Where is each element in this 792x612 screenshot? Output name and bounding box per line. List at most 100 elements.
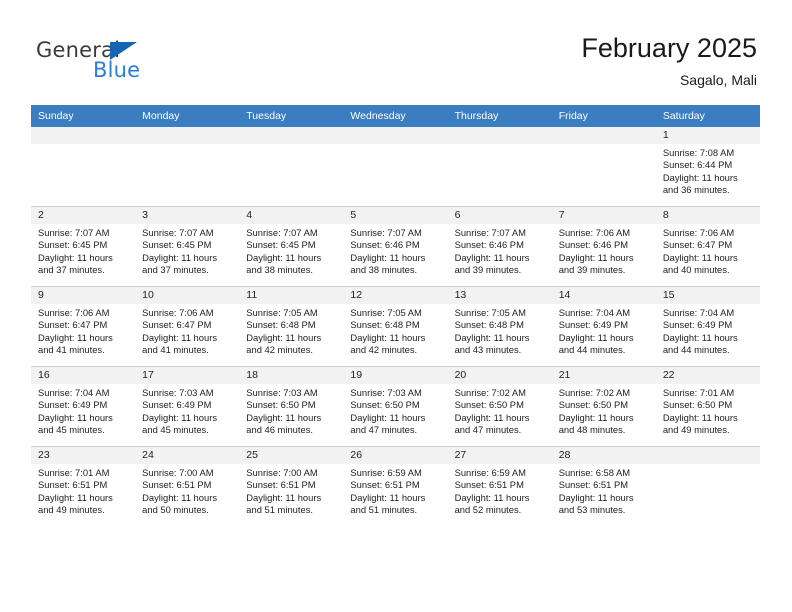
daylight-text: Daylight: 11 hours and 41 minutes.: [38, 331, 113, 355]
day-number: [31, 127, 136, 144]
day-number: 25: [239, 447, 344, 464]
day-cell-inner: 24 Sunrise: 7:00 AM Sunset: 6:51 PM Dayligh…: [135, 447, 240, 526]
sunset-text: Sunset: 6:50 PM: [350, 399, 420, 411]
calendar-day-cell[interactable]: 25 Sunrise: 7:00 AM Sunset: 6:51 PM Dayligh…: [239, 446, 344, 526]
general-blue-logo[interactable]: General Blue: [36, 38, 236, 84]
day-number: 28: [551, 447, 656, 464]
sunset-text: Sunset: 6:45 PM: [142, 239, 212, 251]
sunset-text: Sunset: 6:47 PM: [662, 239, 733, 251]
sunrise-text: Sunrise: 7:05 AM: [454, 307, 526, 318]
sunset-text: Sunset: 6:50 PM: [246, 399, 316, 411]
day-cell-details: Sunrise: 7:01 AM Sunset: 6:51 PM Daylight:…: [31, 464, 135, 516]
sunrise-text: Sunrise: 7:03 AM: [350, 387, 422, 398]
sunrise-text: Sunrise: 6:59 AM: [350, 467, 422, 478]
day-cell-inner: 3 Sunrise: 7:07 AM Sunset: 6:45 PM Daylight…: [135, 207, 240, 286]
calendar-day-cell[interactable]: 5 Sunrise: 7:07 AM Sunset: 6:46 PM Daylight…: [343, 206, 448, 287]
daylight-text: Daylight: 11 hours and 42 minutes.: [350, 331, 426, 355]
calendar-day-cell-empty: [447, 127, 552, 207]
day-cell-inner: 25 Sunrise: 7:00 AM Sunset: 6:51 PM Dayligh…: [239, 447, 344, 526]
day-cell-details: Sunrise: 7:05 AM Sunset: 6:48 PM Daylight:…: [239, 304, 343, 356]
day-cell-inner: 19 Sunrise: 7:03 AM Sunset: 6:50 PM Dayligh…: [343, 367, 448, 446]
calendar-day-cell[interactable]: 10 Sunrise: 7:06 AM Sunset: 6:47 PM Dayligh…: [135, 286, 240, 367]
calendar-day-cell[interactable]: 12 Sunrise: 7:05 AM Sunset: 6:48 PM Dayligh…: [343, 286, 448, 367]
day-number: [655, 447, 760, 464]
sunrise-text: Sunrise: 6:58 AM: [558, 467, 631, 478]
sunset-text: Sunset: 6:51 PM: [38, 479, 108, 491]
calendar-day-cell[interactable]: 18 Sunrise: 7:03 AM Sunset: 6:50 PM Dayligh…: [239, 366, 344, 447]
calendar-day-cell[interactable]: 20 Sunrise: 7:02 AM Sunset: 6:50 PM Dayligh…: [447, 366, 552, 447]
calendar-day-cell[interactable]: 11 Sunrise: 7:05 AM Sunset: 6:48 PM Dayligh…: [239, 286, 344, 367]
calendar-day-cell[interactable]: 7 Sunrise: 7:06 AM Sunset: 6:46 PM Daylight…: [551, 206, 656, 287]
calendar-day-cell[interactable]: 13 Sunrise: 7:05 AM Sunset: 6:48 PM Dayligh…: [447, 286, 552, 367]
calendar-day-cell[interactable]: 6 Sunrise: 7:07 AM Sunset: 6:46 PM Daylight…: [447, 206, 552, 287]
calendar-day-cell[interactable]: 27 Sunrise: 6:59 AM Sunset: 6:51 PM Dayligh…: [447, 446, 552, 526]
day-cell-inner: [239, 127, 344, 206]
day-cell-details: Sunrise: 7:00 AM Sunset: 6:51 PM Daylight:…: [239, 464, 343, 516]
day-cell-inner: 23 Sunrise: 7:01 AM Sunset: 6:51 PM Dayligh…: [31, 447, 136, 526]
calendar-day-cell[interactable]: 24 Sunrise: 7:00 AM Sunset: 6:51 PM Dayligh…: [135, 446, 240, 526]
calendar-day-cell[interactable]: 9 Sunrise: 7:06 AM Sunset: 6:47 PM Daylight…: [31, 286, 136, 367]
day-number: 1: [655, 127, 760, 144]
day-cell-inner: 14 Sunrise: 7:04 AM Sunset: 6:49 PM Dayligh…: [551, 287, 656, 366]
calendar-day-cell[interactable]: 3 Sunrise: 7:07 AM Sunset: 6:45 PM Daylight…: [135, 206, 240, 287]
day-cell-inner: 2 Sunrise: 7:07 AM Sunset: 6:45 PM Daylight…: [31, 207, 136, 286]
calendar-day-cell[interactable]: 16 Sunrise: 7:04 AM Sunset: 6:49 PM Dayligh…: [31, 366, 136, 447]
calendar-day-cell[interactable]: 19 Sunrise: 7:03 AM Sunset: 6:50 PM Dayligh…: [343, 366, 448, 447]
day-cell-details: Sunrise: 7:04 AM Sunset: 6:49 PM Daylight:…: [656, 304, 760, 356]
calendar-day-cell[interactable]: 1 Sunrise: 7:08 AM Sunset: 6:44 PM Daylight…: [655, 127, 760, 207]
weekday-header-thursday: Thursday: [447, 105, 552, 127]
sunset-text: Sunset: 6:50 PM: [662, 399, 733, 411]
sunrise-text: Sunrise: 7:05 AM: [350, 307, 422, 318]
day-number: 5: [343, 207, 448, 224]
day-cell-details: Sunrise: 7:00 AM Sunset: 6:51 PM Daylight:…: [135, 464, 239, 516]
sunrise-text: Sunrise: 7:06 AM: [38, 307, 110, 318]
day-cell-details: Sunrise: 7:05 AM Sunset: 6:48 PM Daylight:…: [448, 304, 552, 356]
daylight-text: Daylight: 11 hours and 39 minutes.: [454, 251, 530, 275]
calendar-day-cell[interactable]: 21 Sunrise: 7:02 AM Sunset: 6:50 PM Dayligh…: [551, 366, 656, 447]
day-number: [135, 127, 240, 144]
day-cell-details: Sunrise: 7:06 AM Sunset: 6:47 PM Daylight:…: [31, 304, 135, 356]
calendar-day-cell[interactable]: 17 Sunrise: 7:03 AM Sunset: 6:49 PM Dayligh…: [135, 366, 240, 447]
calendar-day-cell[interactable]: 14 Sunrise: 7:04 AM Sunset: 6:49 PM Dayligh…: [551, 286, 656, 367]
daylight-text: Daylight: 11 hours and 42 minutes.: [246, 331, 322, 355]
sunrise-text: Sunrise: 7:01 AM: [662, 387, 735, 398]
calendar-day-cell[interactable]: 15 Sunrise: 7:04 AM Sunset: 6:49 PM Dayligh…: [655, 286, 760, 367]
day-cell-inner: [31, 127, 136, 206]
day-cell-details: Sunrise: 7:06 AM Sunset: 6:46 PM Daylight:…: [552, 224, 656, 276]
day-number: 19: [343, 367, 448, 384]
sunset-text: Sunset: 6:50 PM: [454, 399, 524, 411]
calendar-day-cell[interactable]: 8 Sunrise: 7:06 AM Sunset: 6:47 PM Daylight…: [655, 206, 760, 287]
sunrise-text: Sunrise: 7:03 AM: [142, 387, 214, 398]
day-cell-inner: 10 Sunrise: 7:06 AM Sunset: 6:47 PM Dayligh…: [135, 287, 240, 366]
day-number: 10: [135, 287, 240, 304]
calendar-day-cell[interactable]: 26 Sunrise: 6:59 AM Sunset: 6:51 PM Dayligh…: [343, 446, 448, 526]
weekday-header-saturday: Saturday: [655, 105, 760, 127]
daylight-text: Daylight: 11 hours and 38 minutes.: [246, 251, 322, 275]
page-title: February 2025: [581, 33, 757, 63]
sunset-text: Sunset: 6:51 PM: [350, 479, 420, 491]
day-number: 6: [447, 207, 552, 224]
daylight-text: Daylight: 11 hours and 45 minutes.: [142, 411, 218, 435]
sunset-text: Sunset: 6:47 PM: [142, 319, 212, 331]
calendar-day-cell[interactable]: 4 Sunrise: 7:07 AM Sunset: 6:45 PM Daylight…: [239, 206, 344, 287]
calendar-day-cell[interactable]: 2 Sunrise: 7:07 AM Sunset: 6:45 PM Daylight…: [31, 206, 136, 287]
calendar-day-cell[interactable]: 28 Sunrise: 6:58 AM Sunset: 6:51 PM Dayligh…: [551, 446, 656, 526]
day-cell-inner: 13 Sunrise: 7:05 AM Sunset: 6:48 PM Dayligh…: [447, 287, 552, 366]
page-subtitle-location: Sagalo, Mali: [679, 72, 757, 88]
day-cell-details: Sunrise: 7:04 AM Sunset: 6:49 PM Daylight:…: [552, 304, 656, 356]
day-number: 24: [135, 447, 240, 464]
day-cell-details: Sunrise: 7:06 AM Sunset: 6:47 PM Daylight:…: [135, 304, 239, 356]
calendar-day-cell[interactable]: 22 Sunrise: 7:01 AM Sunset: 6:50 PM Dayligh…: [655, 366, 760, 447]
day-cell-inner: 1 Sunrise: 7:08 AM Sunset: 6:44 PM Daylight…: [655, 127, 760, 206]
day-number: 7: [551, 207, 656, 224]
daylight-text: Daylight: 11 hours and 39 minutes.: [558, 251, 634, 275]
day-number: 14: [551, 287, 656, 304]
day-cell-details: Sunrise: 6:58 AM Sunset: 6:51 PM Daylight:…: [552, 464, 656, 516]
sunrise-text: Sunrise: 7:06 AM: [142, 307, 214, 318]
day-cell-details: Sunrise: 7:08 AM Sunset: 6:44 PM Daylight:…: [656, 144, 760, 196]
calendar-body: 1 Sunrise: 7:08 AM Sunset: 6:44 PM Daylight…: [31, 127, 760, 526]
sunrise-text: Sunrise: 7:08 AM: [662, 147, 735, 158]
sunset-text: Sunset: 6:51 PM: [142, 479, 212, 491]
calendar-day-cell[interactable]: 23 Sunrise: 7:01 AM Sunset: 6:51 PM Dayligh…: [31, 446, 136, 526]
calendar-day-cell-empty: [551, 127, 656, 207]
